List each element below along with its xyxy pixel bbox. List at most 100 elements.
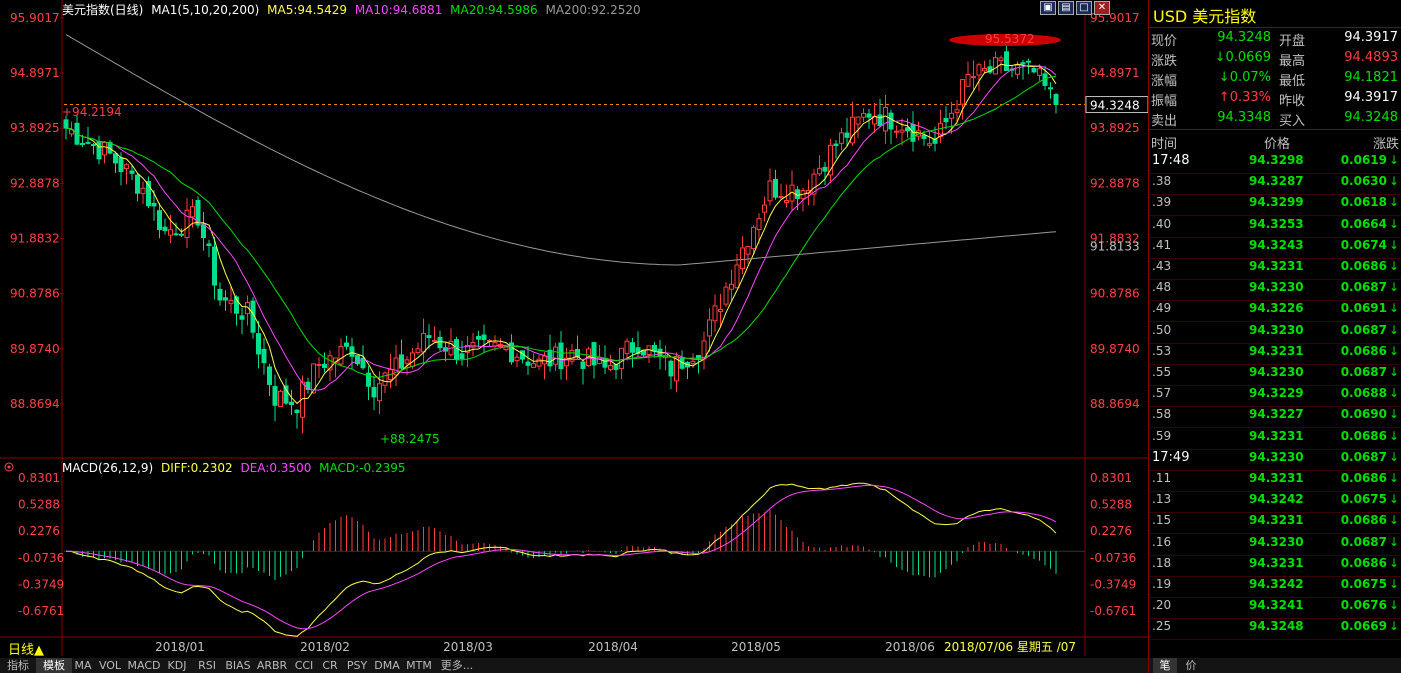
candle-body bbox=[80, 142, 85, 145]
candle-body bbox=[580, 361, 586, 369]
tick-time: .55 bbox=[1152, 365, 1172, 379]
tick-change: 0.0687 bbox=[1340, 365, 1387, 379]
macd-axis-label-left: -0.3749 bbox=[18, 577, 64, 591]
tick-time: .16 bbox=[1152, 534, 1172, 549]
candle-body bbox=[899, 129, 905, 133]
candle-body bbox=[173, 233, 179, 236]
price-axis-label-left: 93.8925 bbox=[10, 121, 60, 135]
indicator-tab[interactable]: KDJ bbox=[162, 658, 192, 673]
indicator-tab[interactable]: CR bbox=[318, 658, 342, 673]
tick-row: .16 94.3230 0.0687 ↓ bbox=[1149, 535, 1401, 556]
candle-body bbox=[278, 390, 283, 407]
ma-indicator-label[interactable]: MA1(5,10,20,200) bbox=[151, 3, 259, 17]
candles bbox=[63, 45, 1059, 434]
tick-change: 0.0687 bbox=[1340, 322, 1387, 337]
quote-label: 涨幅 bbox=[1151, 74, 1178, 89]
candle-body bbox=[839, 132, 844, 144]
candle-body bbox=[652, 344, 657, 352]
macd-axis-label-right: -0.3749 bbox=[1090, 577, 1136, 591]
tick-price: 94.3229 bbox=[1249, 386, 1304, 401]
candle-body bbox=[613, 364, 619, 370]
tick-row: .41 94.3243 0.0674 ↓ bbox=[1149, 238, 1401, 259]
candle-body bbox=[954, 109, 960, 113]
indicator-tab[interactable]: VOL bbox=[94, 658, 126, 673]
indicator-tab[interactable]: BIAS bbox=[222, 658, 254, 673]
indicator-tab[interactable]: PSY bbox=[342, 658, 372, 673]
candle-body bbox=[223, 297, 228, 301]
candle-body bbox=[168, 229, 173, 236]
candle-body bbox=[982, 68, 987, 72]
tick-time: .20 bbox=[1152, 598, 1172, 613]
down-arrow-icon: ↓ bbox=[1388, 555, 1399, 570]
tick-time: 17:49 bbox=[1152, 449, 1190, 465]
tick-change: 0.0674 bbox=[1340, 237, 1387, 252]
indicator-tab[interactable]: DMA bbox=[372, 658, 402, 673]
candle-body bbox=[993, 57, 998, 75]
price-axis-label-left: 94.8971 bbox=[10, 66, 60, 80]
kline-chart[interactable]: 95.9017 95.901794.8971 94.897193.8925 93.89… bbox=[0, 0, 1149, 658]
close-icon[interactable]: ✕ bbox=[1094, 1, 1110, 15]
candle-body bbox=[745, 246, 751, 255]
candle-body bbox=[349, 346, 355, 357]
candle-body bbox=[927, 143, 932, 146]
candle-body bbox=[542, 355, 547, 365]
tick-price: 94.3243 bbox=[1249, 237, 1304, 252]
candle-body bbox=[261, 348, 267, 364]
indicator-tab[interactable]: RSI bbox=[192, 658, 222, 673]
down-arrow-icon: ↓ bbox=[1388, 237, 1399, 252]
indicator-tab[interactable]: CCI bbox=[290, 658, 318, 673]
ma200-value: MA200:92.2520 bbox=[545, 3, 641, 17]
ref-annotation: +94.2194 bbox=[62, 105, 122, 119]
candle-body bbox=[624, 340, 630, 354]
x-axis-label: 2018/03 bbox=[443, 640, 493, 654]
quote-value: ↓0.07% bbox=[1218, 70, 1271, 85]
candle-body bbox=[344, 342, 349, 347]
candle-body bbox=[415, 348, 421, 353]
candle-body bbox=[729, 283, 734, 290]
tick-time: .18 bbox=[1152, 555, 1172, 570]
tile-icon[interactable]: ▤ bbox=[1058, 1, 1074, 15]
period-selector[interactable]: 日线▲ bbox=[8, 639, 44, 658]
tick-price: 94.3231 bbox=[1249, 343, 1304, 358]
candle-body bbox=[140, 187, 146, 195]
down-arrow-icon: ↓ bbox=[1388, 534, 1399, 549]
price-axis-label-left: 91.8832 bbox=[10, 232, 60, 246]
tick-price: 94.3231 bbox=[1249, 555, 1304, 570]
tick-row: .15 94.3231 0.0686 ↓ bbox=[1149, 513, 1401, 535]
tick-row: .11 94.3231 0.0686 ↓ bbox=[1149, 471, 1401, 492]
x-axis-label: 2018/04 bbox=[588, 640, 638, 654]
tick-row: .13 94.3242 0.0675 ↓ bbox=[1149, 492, 1401, 514]
maximize-icon[interactable]: □ bbox=[1076, 1, 1092, 15]
window-buttons: ▣ ▤ □ ✕ bbox=[1040, 1, 1110, 15]
indicator-tab[interactable]: 模板 bbox=[36, 658, 72, 673]
panel-divider bbox=[1149, 27, 1401, 28]
macd-header: MACD(26,12,9) DIFF:0.2302 DEA:0.3500 MAC… bbox=[62, 461, 410, 475]
macd-axis-label-right: 0.2276 bbox=[1090, 524, 1132, 538]
down-arrow-icon: ↓ bbox=[1388, 153, 1399, 167]
macd-histogram bbox=[71, 509, 1057, 580]
indicator-tab[interactable]: MACD bbox=[126, 658, 162, 673]
indicator-tab[interactable]: 指标 bbox=[0, 658, 36, 673]
tick-row: 17:48 94.3298 0.0619 ↓ bbox=[1149, 153, 1401, 174]
indicator-tab[interactable]: 更多... bbox=[436, 658, 478, 673]
candle-body bbox=[228, 299, 234, 305]
indicator-tab[interactable]: MTM bbox=[402, 658, 436, 673]
tick-view-tab[interactable]: 笔 bbox=[1153, 658, 1177, 673]
down-arrow-icon: ↓ bbox=[1388, 428, 1399, 443]
quote-label: 现价 bbox=[1151, 34, 1178, 49]
candle-body bbox=[1004, 51, 1009, 71]
indicator-tab[interactable]: ARBR bbox=[254, 658, 290, 673]
trading-window: 95.9017 95.9017 94.8971 94.8971 93.8925 93.89… bbox=[0, 0, 1401, 673]
candle-body bbox=[756, 218, 762, 231]
indicator-tab[interactable]: MA bbox=[72, 658, 94, 673]
down-arrow-icon: ↓ bbox=[1388, 343, 1399, 358]
candle-body bbox=[608, 364, 613, 370]
candle-body bbox=[124, 164, 129, 170]
candle-body bbox=[762, 204, 767, 213]
macd-label[interactable]: MACD(26,12,9) bbox=[62, 461, 153, 475]
candle-body bbox=[965, 73, 971, 87]
tick-view-tab[interactable]: 价 bbox=[1179, 658, 1203, 673]
tick-time: .57 bbox=[1152, 386, 1172, 401]
restore-icon[interactable]: ▣ bbox=[1040, 1, 1056, 15]
tick-change: 0.0688 bbox=[1340, 386, 1387, 401]
